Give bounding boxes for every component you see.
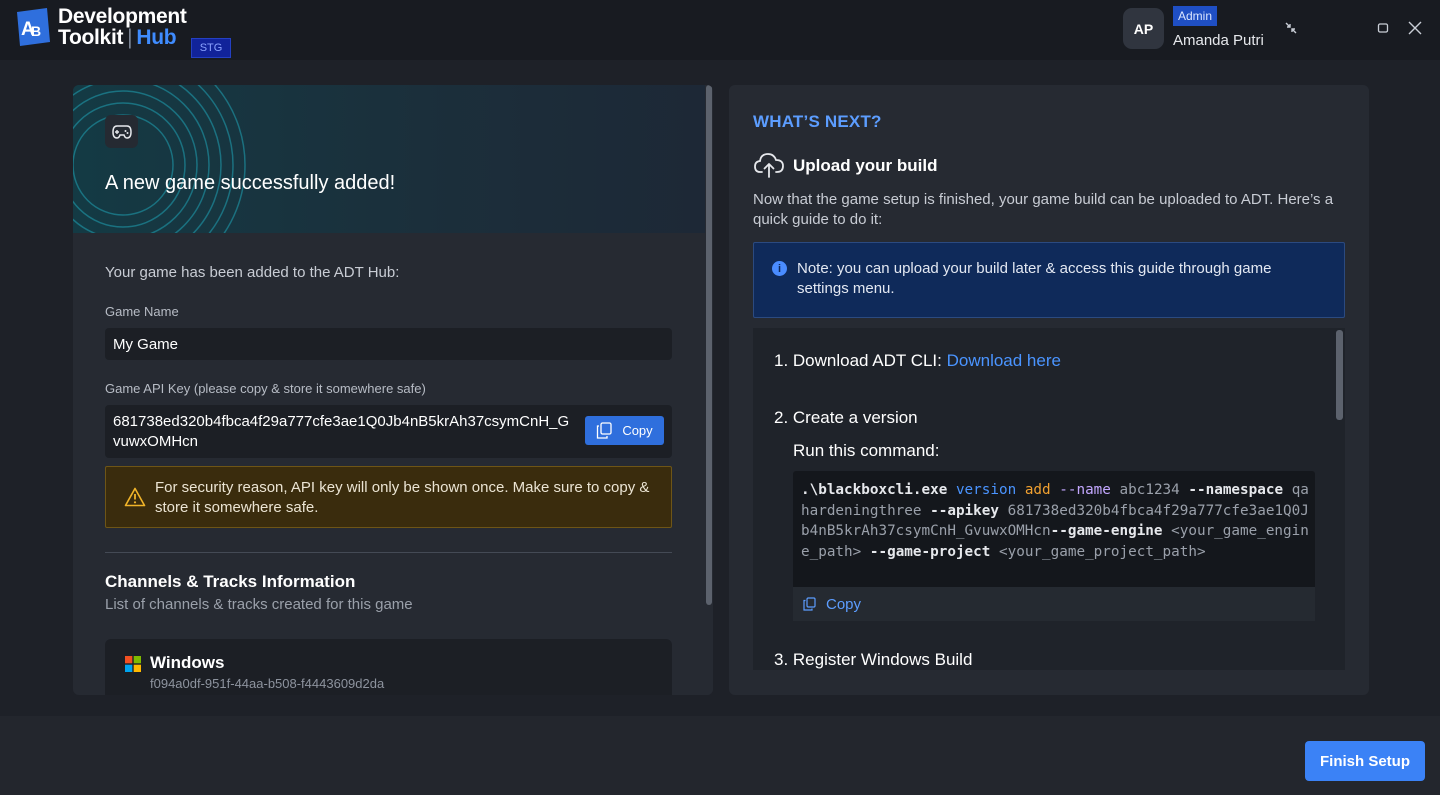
environment-badge: STG xyxy=(191,38,231,58)
intro-text: Your game has been added to the ADT Hub: xyxy=(105,264,400,281)
success-hero: A new game successfully added! xyxy=(73,85,705,233)
gamepad-icon xyxy=(111,124,132,139)
upload-title: Upload your build xyxy=(793,156,938,175)
steps-scrollbar[interactable] xyxy=(1336,330,1343,420)
channels-subtitle: List of channels & tracks created for th… xyxy=(105,596,413,613)
api-key-label: Game API Key (please copy & store it som… xyxy=(105,381,426,396)
close-icon xyxy=(1408,21,1422,35)
api-key-value: 681738ed320b4fbca4f29a777cfe3ae1Q0Jb4nB5… xyxy=(113,413,570,450)
shrink-icon xyxy=(1285,22,1297,34)
code-engine-flag: --game-engine xyxy=(1050,523,1163,539)
code-exe: .\blackboxcli.exe xyxy=(801,482,948,498)
copy-api-key-button[interactable]: Copy xyxy=(585,416,664,445)
security-warning: For security reason, API key will only b… xyxy=(105,466,672,528)
title-bar: A B Development Toolkit | Hub STG AP Adm… xyxy=(0,0,1440,60)
copy-command-button[interactable]: Copy xyxy=(793,587,1315,621)
shrink-button[interactable] xyxy=(1279,16,1303,40)
download-cli-link[interactable]: Download here xyxy=(947,351,1061,370)
whats-next-title: WHAT’S NEXT? xyxy=(753,112,882,131)
left-scrollbar[interactable] xyxy=(706,85,712,605)
warning-text: For security reason, API key will only b… xyxy=(155,479,650,516)
info-note: i Note: you can upload your build later … xyxy=(753,242,1345,318)
command-text: .\blackboxcli.exe version add --name abc… xyxy=(801,480,1311,562)
run-command-text: Run this command: xyxy=(793,441,940,460)
brand-line-1: Development xyxy=(58,5,187,28)
step-2: 2. Create a version xyxy=(774,408,918,427)
decorative-rings-icon xyxy=(73,85,246,233)
note-text: Note: you can upload your build later & … xyxy=(797,260,1272,297)
warning-icon xyxy=(124,487,146,507)
code-project-value: <your_game_project_path> xyxy=(999,543,1206,560)
game-name-field: My Game xyxy=(105,328,672,360)
gamepad-icon-box xyxy=(105,115,138,148)
user-name: Amanda Putri xyxy=(1173,32,1264,49)
role-badge: Admin xyxy=(1173,6,1218,26)
brand-hub: Hub xyxy=(136,26,177,49)
maximize-button[interactable] xyxy=(1371,16,1395,40)
steps-guide: 1. Download ADT CLI: Download here 2. Cr… xyxy=(753,328,1345,670)
code-project-flag: --game-project xyxy=(869,543,991,560)
code-name-value: abc1234 xyxy=(1119,482,1180,498)
brand-line-2: Toolkit xyxy=(58,26,124,49)
copy-button-label: Copy xyxy=(622,423,653,438)
cloud-upload-icon xyxy=(754,153,784,178)
windows-icon xyxy=(125,656,141,672)
step-3: 3. Register Windows Build xyxy=(774,650,973,669)
code-command: version xyxy=(955,482,1017,498)
step-1: 1. Download ADT CLI: Download here xyxy=(774,351,1061,371)
success-title: A new game successfully added! xyxy=(105,172,396,194)
brand-separator: | xyxy=(127,26,133,49)
code-apikey-flag: --apikey xyxy=(930,502,999,519)
game-name-label: Game Name xyxy=(105,304,179,319)
channel-id: f094a0df-951f-44aa-b508-f4443609d2da xyxy=(150,676,385,691)
channels-title: Channels & Tracks Information xyxy=(105,572,356,591)
code-name-flag: --name xyxy=(1059,482,1111,498)
game-summary-panel: A new game successfully added! Your game… xyxy=(73,85,713,695)
guide-text: Now that the game setup is finished, you… xyxy=(753,191,1334,228)
divider xyxy=(105,552,672,553)
channel-name: Windows xyxy=(150,653,225,672)
api-key-field: 681738ed320b4fbca4f29a777cfe3ae1Q0Jb4nB5… xyxy=(105,405,672,458)
copy-icon xyxy=(597,422,612,439)
copy-command-label: Copy xyxy=(826,595,862,613)
finish-setup-button[interactable]: Finish Setup xyxy=(1305,741,1425,781)
adt-logo-icon: A B xyxy=(17,8,50,46)
channel-card-windows: Windows f094a0df-951f-44aa-b508-f4443609… xyxy=(105,639,672,695)
brand-name: Development Toolkit | Hub xyxy=(58,6,187,48)
maximize-icon xyxy=(1377,23,1389,33)
footer-bar: Finish Setup xyxy=(0,716,1440,795)
close-button[interactable] xyxy=(1403,16,1427,40)
info-icon: i xyxy=(772,261,787,276)
avatar[interactable]: AP xyxy=(1123,8,1164,49)
command-code-block: .\blackboxcli.exe version add --name abc… xyxy=(793,471,1315,621)
svg-text:B: B xyxy=(31,23,41,39)
step-1-text: 1. Download ADT CLI: xyxy=(774,351,947,370)
whats-next-panel: WHAT’S NEXT? Upload your build Now that … xyxy=(729,85,1369,695)
copy-icon xyxy=(803,597,816,611)
code-namespace-flag: --namespace xyxy=(1188,482,1284,498)
code-subcommand: add xyxy=(1024,482,1051,498)
